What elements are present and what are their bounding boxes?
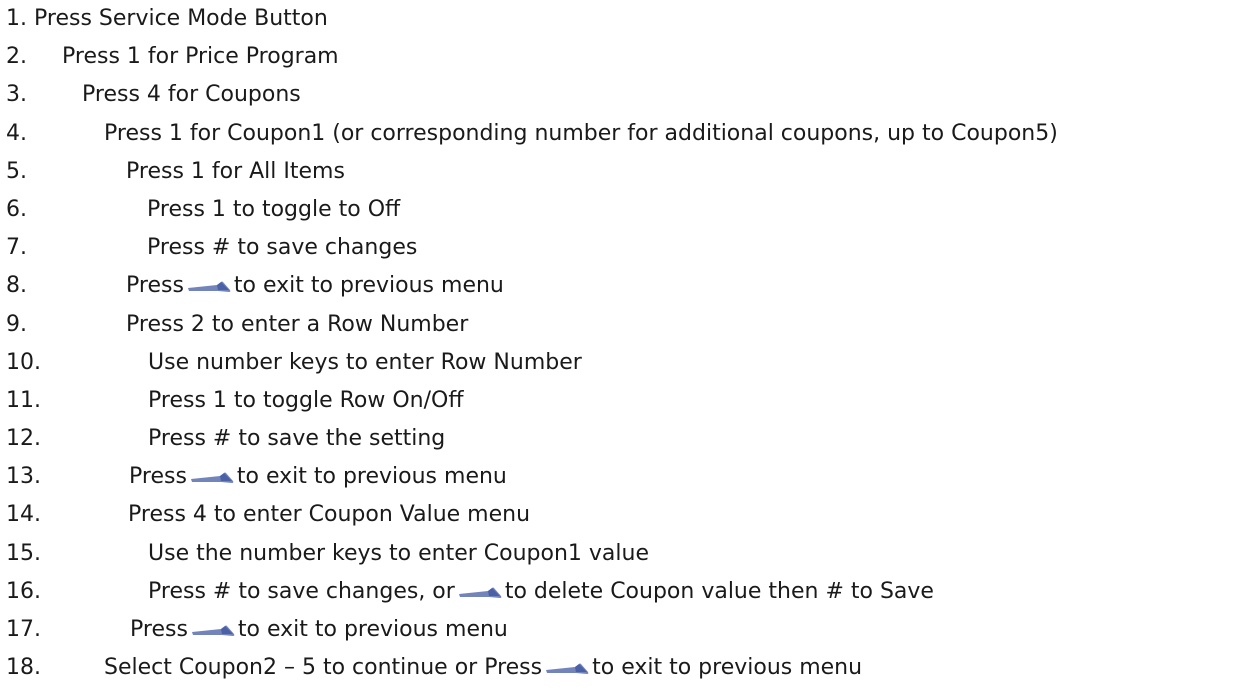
- step-number: 4.: [6, 120, 27, 146]
- step-label: Press 1 for Coupon1 (or corresponding nu…: [104, 120, 1058, 146]
- step-number: 3.: [6, 82, 27, 108]
- step-label: Select Coupon2 – 5 to continue or Press: [104, 655, 543, 681]
- step-text: Use the number keys to enter Coupon1 val…: [148, 539, 649, 569]
- step-label: Press 1 for Price Program: [62, 44, 339, 70]
- step-11: 11. Press 1 to toggle Row On/Off: [6, 386, 1231, 424]
- step-number: 12.: [6, 426, 41, 452]
- back-key-icon: [545, 656, 589, 676]
- step-4: 4. Press 1 for Coupon1 (or corresponding …: [6, 119, 1231, 157]
- step-text: Press to exit to previous menu: [126, 271, 504, 301]
- step-number: 1.: [6, 6, 27, 31]
- step-number: 13.: [6, 464, 41, 490]
- step-number: 9.: [6, 311, 27, 337]
- step-text: 1. Press Service Mode Button: [6, 4, 328, 34]
- step-9: 9. Press 2 to enter a Row Number: [6, 310, 1231, 348]
- step-text: Press # to save changes: [147, 233, 417, 263]
- step-label: Press 2 to enter a Row Number: [126, 311, 469, 337]
- step-number: 7.: [6, 235, 27, 261]
- step-number: 8.: [6, 273, 27, 299]
- step-number: 6.: [6, 196, 27, 222]
- step-text: Press to exit to previous menu: [129, 462, 507, 492]
- step-text: Use number keys to enter Row Number: [148, 348, 582, 378]
- step-label: Press: [126, 273, 184, 299]
- step-text: Press 1 for All Items: [126, 157, 345, 187]
- step-number: 14.: [6, 502, 41, 528]
- step-number: 10.: [6, 349, 41, 375]
- step-label: Use number keys to enter Row Number: [148, 349, 582, 375]
- step-text: Press 2 to enter a Row Number: [126, 310, 468, 340]
- step-text: Press 4 for Coupons: [82, 80, 301, 110]
- step-label: Press 4 to enter Coupon Value menu: [128, 502, 531, 528]
- step-number: 5.: [6, 158, 27, 184]
- step-text: Press 1 for Coupon1 (or corresponding nu…: [104, 119, 1058, 149]
- step-text: Press 4 to enter Coupon Value menu: [128, 500, 530, 530]
- step-text: Press # to save changes, or to delete Cou…: [148, 577, 934, 607]
- step-number: 2.: [6, 44, 27, 70]
- step-5: 5. Press 1 for All Items: [6, 157, 1231, 195]
- step-14: 14. Press 4 to enter Coupon Value menu: [6, 500, 1231, 538]
- step-label: to exit to previous menu: [592, 655, 863, 681]
- step-label: Press Service Mode Button: [34, 6, 328, 31]
- step-16: 16. Press # to save changes, or to delete …: [6, 577, 1231, 615]
- step-6: 6. Press 1 to toggle to Off: [6, 195, 1231, 233]
- step-17: 17. Press to exit to previous menu: [6, 615, 1231, 653]
- step-text: Press 1 to toggle Row On/Off: [148, 386, 464, 416]
- step-number: 15.: [6, 540, 41, 566]
- back-key-icon: [191, 618, 235, 638]
- step-text: Press 1 for Price Program: [62, 42, 339, 72]
- step-12: 12. Press # to save the setting: [6, 424, 1231, 462]
- step-label: to exit to previous menu: [236, 464, 507, 490]
- step-label: Press 4 for Coupons: [82, 82, 301, 108]
- step-number: 17.: [6, 617, 41, 642]
- step-label: Press: [129, 464, 187, 490]
- step-label: to delete Coupon value then # to Save: [504, 578, 934, 604]
- instruction-list: 1. Press Service Mode Button 2. Press 1 fo…: [6, 4, 1231, 691]
- step-1: 1. Press Service Mode Button: [6, 4, 1231, 42]
- step-number: 16.: [6, 578, 41, 604]
- back-key-icon: [458, 580, 502, 600]
- step-label: Press # to save the setting: [148, 426, 446, 452]
- step-label: to exit to previous menu: [233, 273, 504, 299]
- step-text: Press # to save the setting: [148, 424, 445, 454]
- step-15: 15. Use the number keys to enter Coupon1 …: [6, 539, 1231, 577]
- step-2: 2. Press 1 for Price Program: [6, 42, 1231, 80]
- step-text: Press to exit to previous menu: [130, 615, 508, 645]
- step-label: Press: [130, 617, 188, 642]
- step-label: Press # to save changes, or: [148, 578, 455, 604]
- step-8: 8. Press to exit to previous menu: [6, 271, 1231, 309]
- step-number: 18.: [6, 655, 41, 681]
- step-10: 10. Use number keys to enter Row Number: [6, 348, 1231, 386]
- step-18: 18. Select Coupon2 – 5 to continue or Pre…: [6, 653, 1231, 691]
- step-label: Press 1 for All Items: [126, 158, 345, 184]
- step-7: 7. Press # to save changes: [6, 233, 1231, 271]
- step-number: 11.: [6, 387, 41, 413]
- step-text: Press 1 to toggle to Off: [147, 195, 400, 225]
- step-label: Press 1 to toggle to Off: [147, 196, 401, 222]
- back-key-icon: [187, 274, 231, 294]
- back-key-icon: [190, 465, 234, 485]
- step-label: Use the number keys to enter Coupon1 val…: [148, 540, 649, 566]
- step-label: to exit to previous menu: [237, 617, 508, 642]
- step-label: Press 1 to toggle Row On/Off: [148, 387, 464, 413]
- step-text: Select Coupon2 – 5 to continue or Press t…: [104, 653, 862, 683]
- step-3: 3. Press 4 for Coupons: [6, 80, 1231, 118]
- step-label: Press # to save changes: [147, 235, 418, 261]
- step-13: 13. Press to exit to previous menu: [6, 462, 1231, 500]
